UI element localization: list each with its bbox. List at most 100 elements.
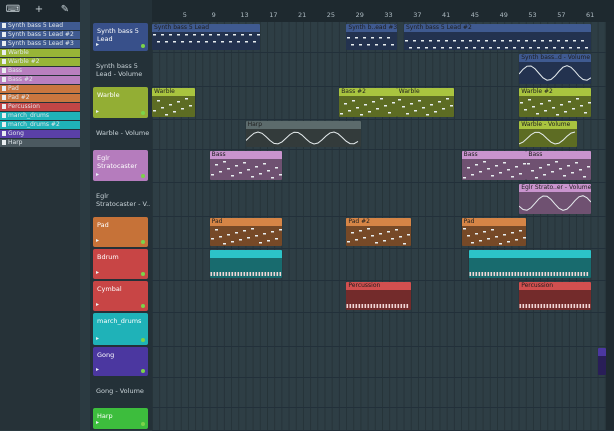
pattern-clip[interactable]: Synth b..ead #3 [346,24,397,50]
note-mark [498,243,502,245]
hit-mark [528,304,531,308]
note-mark [226,234,230,236]
track-header[interactable]: Warble ▸ [93,87,148,118]
pattern-item[interactable]: Gong [0,129,80,138]
note-mark [403,243,407,245]
track-mute-led[interactable] [141,422,145,426]
track-mute-led[interactable] [141,304,145,308]
pattern-clip[interactable]: Bass #2 [339,88,397,117]
pattern-clip[interactable]: Bass [461,151,527,180]
track-header[interactable]: Harp ▸ [93,408,148,429]
playlist-grid[interactable]: Synth bass 5 Lead Synth b..ead #3 Synth ba… [152,22,614,431]
pattern-item[interactable]: march_drums #2 [0,120,80,130]
track-expand-icon[interactable]: ▸ [96,269,99,276]
pattern-item[interactable]: Warble [0,48,80,58]
track-expand-icon[interactable]: ▸ [96,419,99,426]
pattern-item[interactable]: Synth bass 5 Lead [0,22,80,31]
note-mark [588,102,592,104]
track-mute-led[interactable] [141,369,145,373]
automation-track-label[interactable]: Gong - Volume [96,387,144,395]
ruler-tick: 57 [557,11,566,19]
pattern-clip[interactable] [598,348,606,375]
pattern-clip[interactable]: Pad [461,218,527,246]
pattern-clip[interactable]: Warble - Volume [519,121,577,147]
note-mark [225,34,228,36]
track-header[interactable]: Bdrum ▸ [93,249,148,279]
track-header[interactable]: Synth bass 5 Lead ▸ [93,23,148,51]
pattern-item[interactable]: Pad [0,84,80,94]
note-mark [575,162,579,164]
track-header[interactable]: Gong ▸ [93,347,148,376]
pattern-clip[interactable]: Pad #2 [346,218,412,246]
pattern-item[interactable]: march_drums [0,111,80,121]
track-mute-led[interactable] [141,174,145,178]
pattern-item[interactable]: Harp [0,138,80,147]
pattern-clip[interactable]: Bass [209,151,282,180]
track-expand-icon[interactable]: ▸ [96,237,99,244]
pattern-item[interactable]: Percussion [0,102,80,112]
track-mute-led[interactable] [141,44,145,48]
note-mark [564,111,568,113]
note-mark [379,233,383,235]
note-mark [573,40,576,42]
track-header[interactable]: Pad ▸ [93,217,148,247]
clip-label: Warble [152,88,196,96]
track-header[interactable]: Eglr Stratocaster ▸ [93,150,148,181]
track-expand-icon[interactable]: ▸ [96,41,99,48]
clip-label: Pad [209,218,282,226]
pattern-clip[interactable]: Percussion [346,282,412,310]
pattern-clip[interactable]: Warble [152,88,196,117]
clip-content [519,62,592,84]
pattern-clip[interactable] [468,250,592,278]
pattern-icon [2,31,6,37]
pattern-clip[interactable]: Percussion [519,282,592,310]
pattern-clip[interactable]: Bass [526,151,592,180]
pattern-clip[interactable]: Harp [245,121,361,147]
automation-track-label[interactable]: Synth bass 5 Lead - Volume [96,62,142,78]
playlist-lane[interactable] [152,377,614,408]
pattern-item[interactable]: Warble #2 [0,57,80,67]
pencil-icon[interactable]: ✎ [56,4,74,16]
keyboard-icon[interactable]: ⌨ [4,4,22,16]
pattern-clip[interactable]: Synth bass..d - Volume [519,54,592,84]
track-expand-icon[interactable]: ▸ [96,301,99,308]
pattern-item[interactable]: Pad #2 [0,93,80,103]
track-mute-led[interactable] [141,240,145,244]
track-expand-icon[interactable]: ▸ [96,335,99,342]
timeline-ruler[interactable]: 591317212529333741454953576165 [152,0,614,22]
note-mark [543,174,547,176]
track-expand-icon[interactable]: ▸ [96,108,99,115]
playlist-lane[interactable] [152,312,614,347]
vertical-scrollbar[interactable] [606,22,614,430]
pattern-clip[interactable]: Synth bass 5 Lead #2 [404,24,592,50]
automation-track-label[interactable]: Warble - Volume [96,129,149,137]
track-mute-led[interactable] [141,272,145,276]
track-mute-led[interactable] [141,111,145,115]
automation-track-label[interactable]: Eglr Stratocaster - V.. [96,192,150,208]
pattern-item[interactable]: Synth bass 5 Lead #3 [0,39,80,49]
pattern-clip[interactable]: Warble [396,88,455,117]
track-expand-icon[interactable]: ▸ [96,366,99,373]
note-mark [258,242,262,244]
note-mark [214,164,218,166]
playlist-lane[interactable] [152,407,614,431]
pattern-clip[interactable]: Eglr Strato..er - Volume [519,184,592,214]
hit-mark [571,272,573,276]
track-header[interactable]: Cymbal ▸ [93,281,148,311]
pattern-clip[interactable]: Synth bass 5 Lead [152,24,260,50]
pattern-item[interactable]: Bass #2 [0,75,80,85]
plus-icon[interactable]: + [30,4,48,16]
track-name: Eglr Stratocaster [97,154,138,170]
note-mark [355,239,359,241]
pattern-item[interactable]: Synth bass 5 Lead #2 [0,30,80,40]
pattern-clip[interactable] [209,250,282,278]
pattern-clip[interactable]: Warble #2 [519,88,592,117]
track-header[interactable]: march_drums ▸ [93,313,148,345]
track-mute-led[interactable] [141,338,145,342]
playlist-lane[interactable] [152,346,614,378]
pattern-item[interactable]: Bass [0,66,80,76]
pattern-clip[interactable]: Pad [209,218,282,246]
track-expand-icon[interactable]: ▸ [96,171,99,178]
hit-mark [534,304,537,308]
note-mark [506,169,510,171]
